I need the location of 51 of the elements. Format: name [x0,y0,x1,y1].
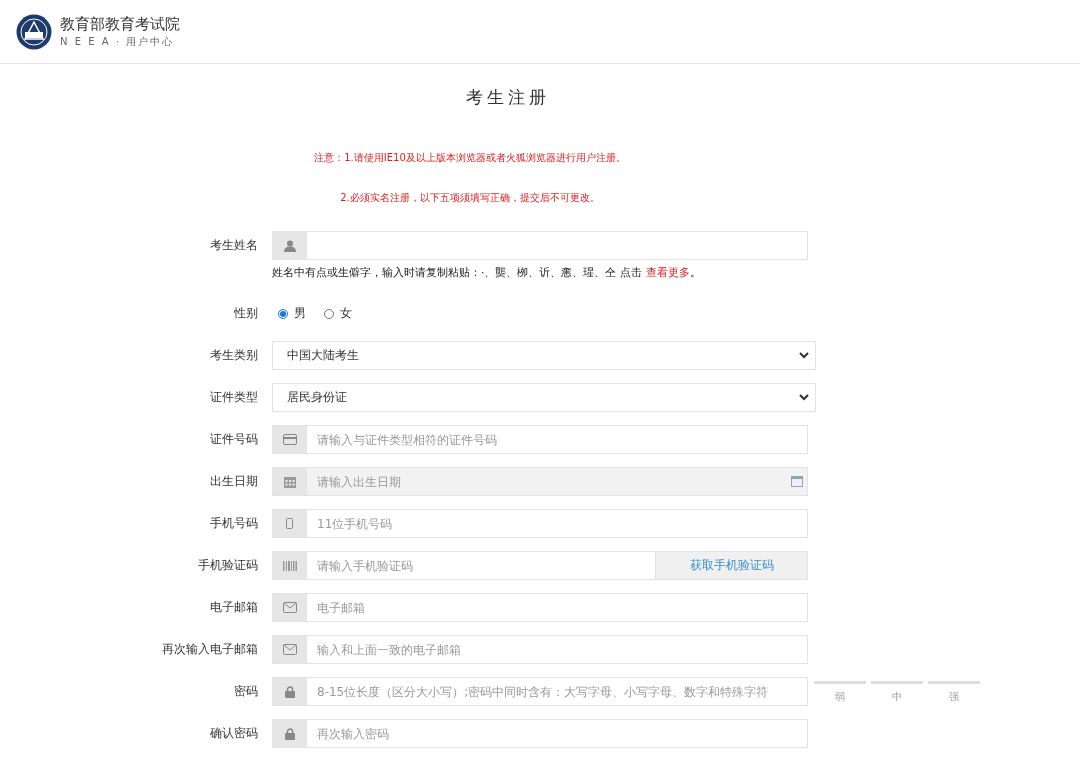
strength-bar [871,681,923,684]
input-field[interactable]: 再次输入密码 [306,719,808,748]
field-label: 出生日期 [209,473,259,490]
select-field[interactable]: 居民身份证 [272,383,816,412]
phone-icon [286,518,293,529]
strength-label: 弱 [835,690,845,704]
input-field[interactable]: 请输入手机验证码 [306,551,656,580]
strength-label: 强 [949,690,959,704]
input-field[interactable]: 8-15位长度（区分大小写）;密码中同时含有：大写字母、小写字母、数字和特殊字符 [306,677,808,706]
input-field[interactable]: 输入和上面一致的电子邮箱 [306,635,808,664]
lock-icon [284,727,295,740]
barcode-icon [282,560,297,571]
chevron-down-icon [799,352,809,359]
field-label: 考生类别 [209,347,259,364]
field-label: 证件类型 [209,389,259,406]
radio-label[interactable]: 男 [294,305,306,322]
notice-text: 2.必须实名注册，以下五项须填写正确，提交后不可更改。 [339,191,601,205]
logo-icon [16,13,52,50]
chevron-down-icon [799,394,809,401]
date-field[interactable]: 请输入出生日期 [306,467,808,496]
radio-label[interactable]: 女 [340,305,352,322]
strength-bar [814,681,866,684]
page-title: 考生注册 [464,86,551,109]
notice-text: 注意：1.请使用IE10及以上版本浏览器或者火狐浏览器进行用户注册。 [313,151,627,165]
field-label: 密码 [233,683,259,700]
more-link[interactable]: 查看更多 [645,266,690,279]
calendar-icon [283,475,296,488]
field-label: 考生姓名 [209,237,259,254]
org-name: 教育部教育考试院 [60,14,180,33]
field-label: 电子邮箱 [209,599,259,616]
lock-icon [284,685,295,698]
field-label: 手机验证码 [197,557,259,574]
field-label: 证件号码 [209,431,259,448]
calendar-icon[interactable] [791,476,803,487]
strength-label: 中 [892,690,902,704]
field-label: 再次输入电子邮箱 [161,641,259,658]
input-field[interactable]: 请输入与证件类型相符的证件号码 [306,425,808,454]
strength-bar [928,681,980,684]
card-icon [282,434,297,445]
input-field[interactable] [306,231,808,260]
person-icon [283,239,296,252]
name-hint: 姓名中有点或生僻字，输入时请复制粘贴：·、龑、栁、䜣、㥣、瑆、仝 点击 查看更多。 [272,265,702,280]
mail-icon [282,602,297,613]
org-subtitle: N E E A · 用户中心 [60,34,176,49]
input-field[interactable]: 11位手机号码 [306,509,808,538]
input-field[interactable]: 电子邮箱 [306,593,808,622]
field-label: 确认密码 [209,725,259,742]
mail-icon [282,644,297,655]
field-label: 手机号码 [209,515,259,532]
select-field[interactable]: 中国大陆考生 [272,341,816,370]
field-label: 性别 [233,305,259,322]
